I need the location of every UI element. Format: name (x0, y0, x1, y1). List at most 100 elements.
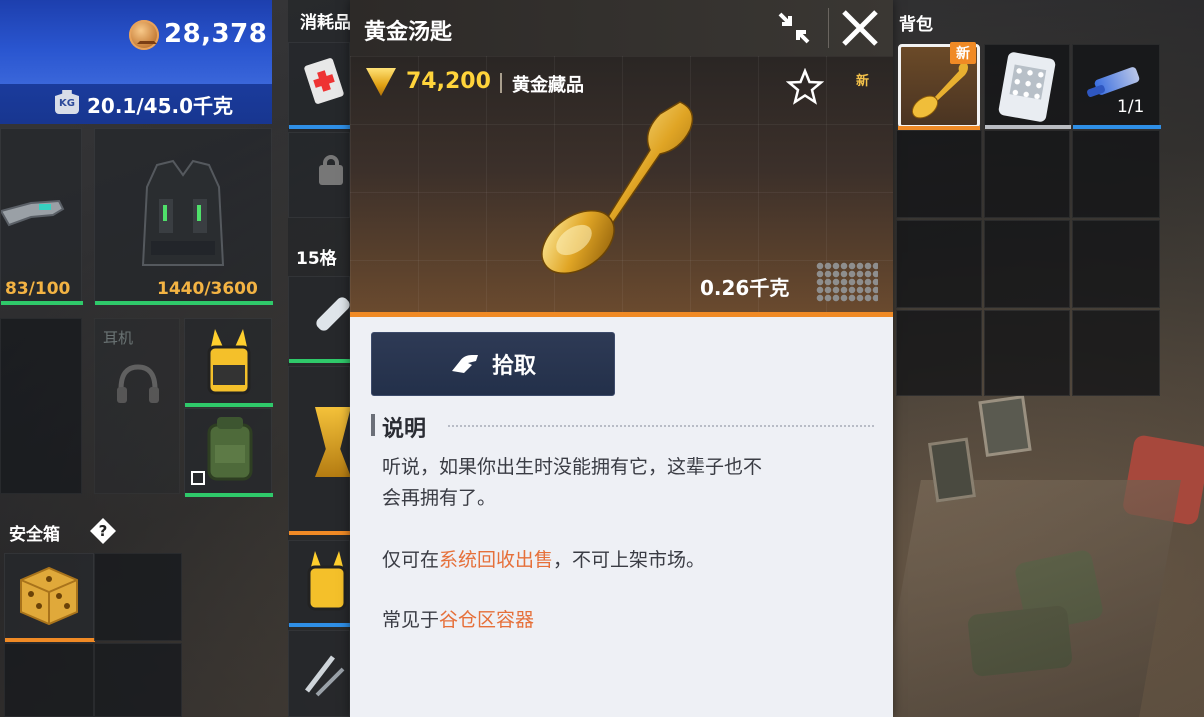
safe-box-slot-1[interactable] (4, 553, 95, 642)
description-line-2: 会再拥有了。 (382, 487, 497, 509)
golden-spoon-image (541, 101, 694, 275)
found-link[interactable]: 谷仓区容器 (439, 609, 534, 631)
safe-box-slot-3[interactable] (4, 643, 94, 717)
weapon-slot[interactable]: 83/100 (0, 128, 83, 305)
battery-quantity: 1/1 (1117, 97, 1145, 117)
bag-slot-green[interactable] (184, 408, 273, 497)
star-icon[interactable] (786, 68, 824, 106)
knife-rarity-bar (289, 359, 351, 363)
pickup-button[interactable]: 拾取 (371, 332, 615, 396)
new-tag: 新 (856, 74, 870, 89)
pills-pack-icon (997, 51, 1057, 123)
golden-spoon-thumb (911, 61, 968, 119)
new-badge: 新 (950, 42, 976, 64)
rarity-strip (350, 312, 893, 317)
multitool-icon (305, 655, 345, 697)
sell-prefix: 仅可在 (382, 549, 440, 571)
armor-durability-bar (95, 301, 273, 305)
yellow-bag-rarity-bar (289, 623, 351, 627)
description-divider (448, 425, 874, 427)
yellow-backpack-icon (207, 329, 251, 395)
price-divider (500, 73, 502, 93)
backpack-empty-cell[interactable] (1072, 310, 1160, 396)
item-weight: 0.26千克 (700, 276, 790, 300)
gold-trophy-icon (315, 407, 351, 477)
backpack-empty-cell[interactable] (1072, 130, 1160, 218)
yellow-bag-list-slot[interactable] (288, 540, 351, 627)
close-icon[interactable] (840, 8, 880, 48)
locked-slot (288, 132, 350, 218)
carry-weight-panel: KG 20.1/45.0千克 (0, 84, 272, 124)
sell-info: 仅可在系统回收出售，不可上架市场。 (382, 545, 705, 576)
bag2-durability-bar (185, 493, 273, 497)
sell-link[interactable]: 系统回收出售 (439, 549, 553, 571)
gold-item-rarity-bar (289, 531, 351, 535)
backpack-slot-pills[interactable] (984, 44, 1071, 129)
pills-rarity-bar (985, 125, 1071, 129)
medkit-icon (303, 57, 345, 105)
item-title: 黄金汤匙 (364, 20, 453, 45)
gold-item-slot[interactable] (288, 366, 351, 535)
found-info: 常见于谷仓区容器 (382, 605, 534, 636)
backpack-empty-cell[interactable] (896, 310, 982, 396)
item-detail-header: 黄金汤匙 (350, 0, 893, 56)
medkit-slot[interactable] (288, 42, 351, 129)
backpack-title-text: 背包 (899, 15, 933, 35)
description-line-1: 听说，如果你出生时没能拥有它，这辈子也不 (382, 456, 763, 478)
item-preview-area: 74,200 黄金藏品 新 0.26千克 (350, 56, 893, 312)
carry-weight: 20.1/45.0千克 (87, 94, 233, 118)
backpack-title: 背包 (893, 10, 933, 35)
safe-box-slot-4[interactable] (94, 643, 182, 717)
found-prefix: 常见于 (382, 609, 440, 631)
pickup-label: 拾取 (491, 354, 536, 379)
knife-icon (313, 294, 353, 334)
item-price: 74,200 (406, 69, 491, 94)
backpack-empty-cell[interactable] (984, 130, 1070, 218)
backpack-empty-cell[interactable] (984, 310, 1070, 396)
weapon-icon (1, 199, 65, 227)
safe-box-slot-2[interactable] (94, 553, 182, 641)
medkit-rarity-bar (289, 125, 351, 129)
weapon-durability-bar (1, 301, 83, 305)
green-backpack-icon (207, 417, 253, 481)
backpack-empty-cell[interactable] (1072, 220, 1160, 308)
collapse-icon[interactable] (774, 8, 814, 48)
armor-vest-icon (141, 159, 225, 266)
headset-icon (117, 364, 159, 403)
description-head-bar (371, 414, 375, 436)
weight-icon: KG (55, 90, 79, 114)
weapon-durability: 83/100 (5, 279, 71, 299)
currency-panel: 28,378 (0, 0, 272, 84)
armor-slot[interactable]: 1440/3600 (94, 128, 273, 305)
item-size-grid-icon (816, 262, 878, 302)
bag-durability-bar (185, 403, 273, 407)
gold-dice-icon (20, 566, 78, 626)
grid-15-title: 15格 (296, 249, 337, 269)
backpack-empty-cell[interactable] (984, 220, 1070, 308)
headset-label: 耳机 (103, 329, 134, 347)
yellow-backpack-small-icon (307, 551, 347, 611)
stack-icon (191, 471, 205, 485)
coin-icon (129, 20, 159, 50)
consumables-title: 消耗品 (300, 13, 350, 33)
tool-slot[interactable] (288, 630, 350, 717)
armor-durability: 1440/3600 (157, 279, 258, 299)
backpack-slot-batteries[interactable]: 1/1 (1072, 44, 1161, 129)
scene-sofa (879, 480, 1181, 717)
backpack-empty-cell[interactable] (896, 220, 982, 308)
battery-rarity-bar (1073, 125, 1161, 129)
sell-suffix: ，不可上架市场。 (553, 549, 706, 571)
headset-slot[interactable]: 耳机 (94, 318, 180, 494)
scene-picture-frame (928, 437, 976, 503)
safe-box-title: 安全箱 (9, 525, 60, 545)
empty-slot[interactable] (0, 318, 82, 494)
hand-icon (451, 355, 478, 373)
lock-shackle (323, 155, 339, 169)
description-title: 说明 (382, 417, 427, 442)
knife-slot[interactable] (288, 276, 353, 363)
bag-slot-yellow[interactable] (184, 318, 273, 407)
battery-icon-2 (1086, 84, 1106, 98)
currency-amount: 28,378 (164, 19, 268, 49)
backpack-empty-cell[interactable] (896, 130, 982, 218)
header-separator (828, 8, 829, 48)
